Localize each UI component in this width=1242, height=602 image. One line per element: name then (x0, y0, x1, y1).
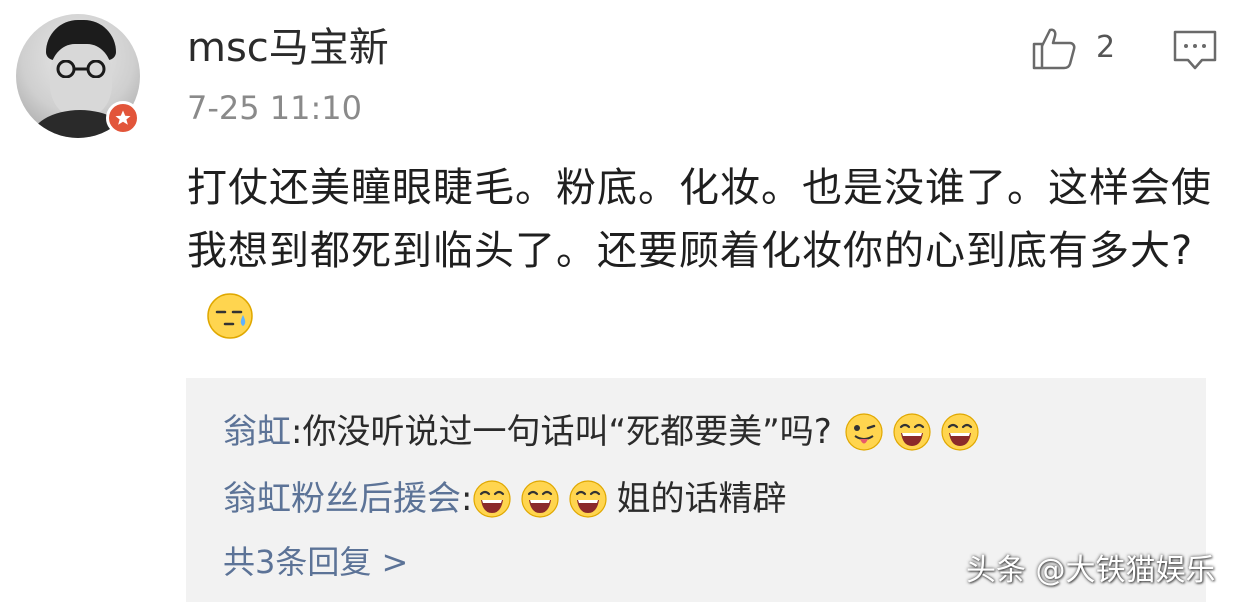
thumbs-up-icon (1032, 28, 1076, 70)
comment-body: 打仗还美瞳眼睫毛。粉底。化妆。也是没谁了。这样会使我想到都死到临头了。还要顾着化… (187, 157, 1217, 346)
reply-emoji-group (844, 412, 980, 452)
like-count: 2 (1096, 30, 1116, 65)
reply-author[interactable]: 翁虹 (223, 410, 291, 454)
watermark: 头条 @大铁猫娱乐 (966, 553, 1216, 588)
laughing-emoji (521, 480, 560, 518)
like-button[interactable]: 2 (1030, 26, 1115, 70)
reply-author[interactable]: 翁虹粉丝后援会 (223, 477, 461, 521)
avatar-face (50, 44, 112, 118)
laughing-emoji (569, 480, 608, 518)
avatar-glasses (56, 60, 106, 78)
tongue-out-emoji (845, 413, 883, 451)
comment-text: 打仗还美瞳眼睫毛。粉底。化妆。也是没谁了。这样会使我想到都死到临头了。还要顾着化… (187, 165, 1212, 274)
reply-separator: : (291, 412, 303, 452)
laughing-emoji (473, 480, 512, 518)
reply-emoji-group (472, 479, 608, 519)
comment-bubble-icon (1173, 30, 1217, 70)
reply-separator: : (461, 479, 473, 519)
post-timestamp: 7-25 11:10 (187, 89, 363, 127)
laughing-emoji (941, 413, 979, 451)
reply-item: 翁虹粉丝后援会 : 姐的话精辟 (223, 477, 786, 521)
verified-badge-icon (106, 101, 140, 135)
reply-text: 姐的话精辟 (616, 479, 787, 519)
username[interactable]: msc马宝新 (187, 26, 389, 70)
more-replies-link[interactable]: 共3条回复 > (223, 540, 408, 584)
comment-button[interactable] (1172, 28, 1218, 72)
reply-item: 翁虹 : 你没听说过一句话叫“死都要美”吗? (223, 410, 980, 454)
laughing-emoji (893, 413, 931, 451)
sweat-emoji (207, 293, 253, 339)
reply-text: 你没听说过一句话叫“死都要美”吗? (302, 412, 832, 452)
